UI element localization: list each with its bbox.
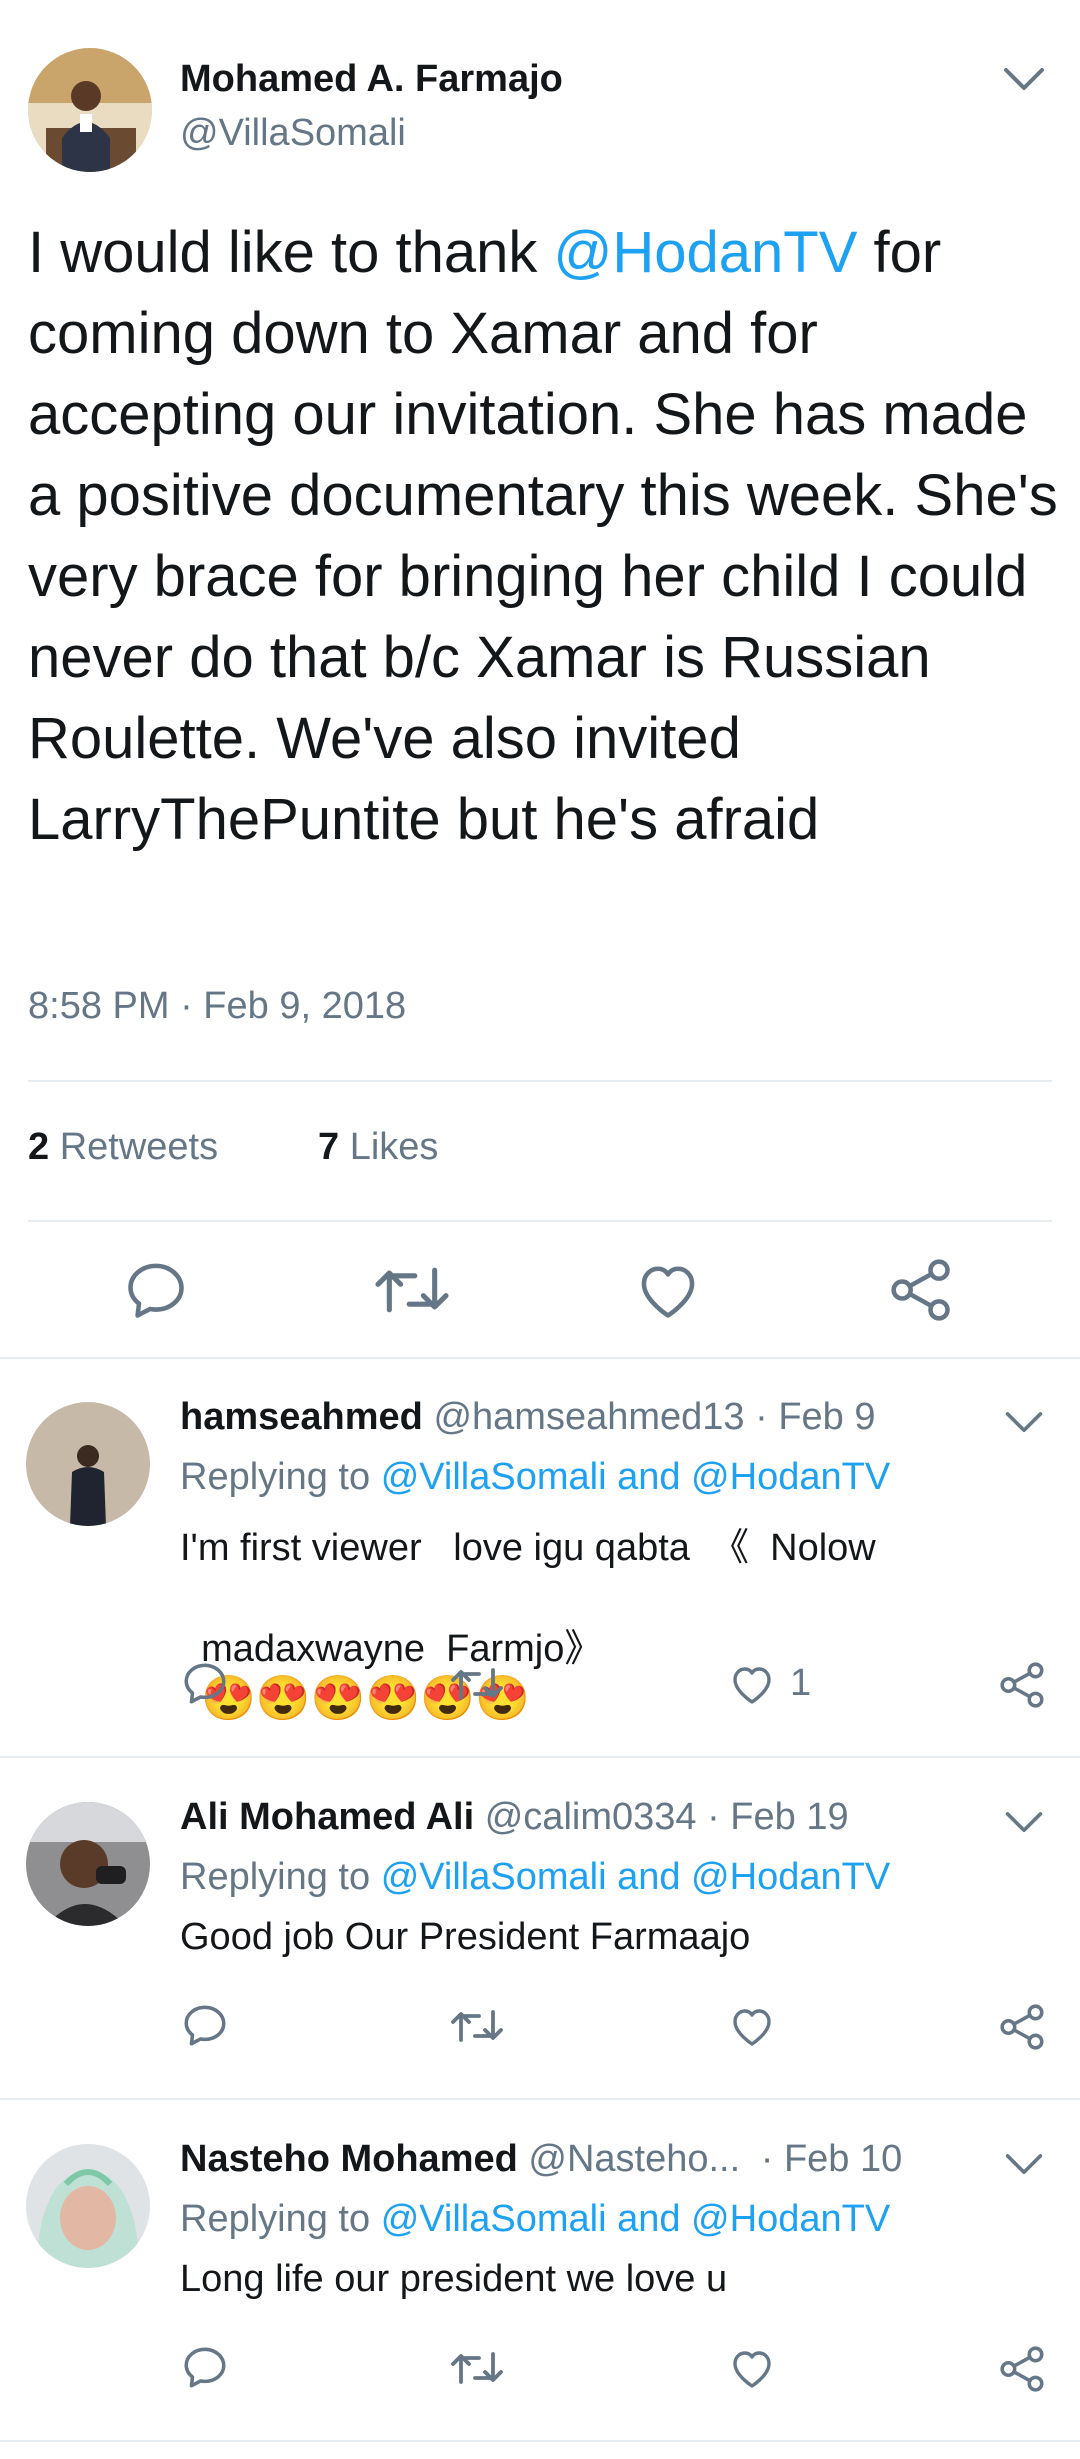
reply-header[interactable]: Nasteho Mohamed @Nasteho... · Feb 10 (180, 2138, 902, 2181)
reply-icon[interactable] (180, 2342, 230, 2392)
retweet-icon[interactable] (372, 1256, 452, 1324)
reply-text-line: I'm first viewer love igu qabta 《 Nolow (180, 1527, 876, 1569)
replying-prefix: Replying to (180, 2198, 371, 2240)
reply-text: madaxwayne Farmjo》 (201, 1628, 603, 1670)
replying-to: Replying to @VillaSomali and @HodanTV (180, 2198, 890, 2241)
retweet-icon[interactable] (448, 1660, 506, 1708)
reply-author-handle: @Nasteho... (528, 2138, 741, 2180)
reply-date: · Feb 9 (755, 1396, 876, 1438)
replying-targets[interactable]: @VillaSomali and @HodanTV (381, 2198, 890, 2240)
heart-icon[interactable] (726, 2002, 778, 2050)
reply-date: · Feb 10 (760, 2138, 903, 2180)
divider (0, 1756, 1080, 1758)
reply-text: Long life our president we love u (180, 2258, 728, 2300)
share-icon[interactable] (998, 2344, 1048, 2394)
reply-author-handle: @hamseahmed13 (433, 1396, 745, 1438)
reply-header[interactable]: hamseahmed @hamseahmed13 · Feb 9 (180, 1396, 876, 1439)
tweet-text-start: I would like to thank (28, 220, 554, 285)
tweet-text-rest: for coming down to Xamar and for accepti… (28, 220, 1058, 852)
author-handle[interactable]: @VillaSomali (180, 112, 406, 155)
author-name[interactable]: Mohamed A. Farmajo (180, 58, 563, 101)
tweet-text: I would like to thank @HodanTV for comin… (28, 212, 1058, 860)
retweet-icon[interactable] (448, 2344, 506, 2392)
heart-icon[interactable] (726, 2344, 778, 2392)
reply-icon[interactable] (180, 1658, 230, 1708)
avatar[interactable] (26, 1402, 150, 1526)
chevron-down-icon[interactable] (1004, 1810, 1044, 1836)
reply-text: Good job Our President Farmaajo (180, 1916, 751, 1958)
retweet-icon[interactable] (448, 2002, 506, 2050)
replying-to: Replying to @VillaSomali and @HodanTV (180, 1856, 890, 1899)
replying-to: Replying to @VillaSomali and @HodanTV (180, 1456, 890, 1499)
divider (0, 2098, 1080, 2100)
retweets-count: 2 (28, 1126, 50, 1168)
like-count: 1 (790, 1662, 812, 1704)
chevron-down-icon[interactable] (1002, 66, 1046, 94)
chevron-down-icon[interactable] (1004, 2152, 1044, 2178)
share-icon[interactable] (998, 2002, 1048, 2052)
reply-icon[interactable] (122, 1256, 190, 1324)
reply-date: · Feb 19 (707, 1796, 849, 1838)
replying-prefix: Replying to (180, 1856, 371, 1898)
retweets-stat[interactable]: 2 Retweets (28, 1126, 218, 1169)
reply-author-name: Nasteho Mohamed (180, 2138, 518, 2180)
reply-text-line: madaxwayne Farmjo》 😍😍😍😍😍😍 (180, 1574, 602, 1724)
replying-targets[interactable]: @VillaSomali and @HodanTV (381, 1456, 890, 1498)
tweet-timestamp[interactable]: 8:58 PM · Feb 9, 2018 (28, 985, 406, 1028)
divider (28, 1220, 1052, 1222)
divider (0, 2440, 1080, 2442)
replying-prefix: Replying to (180, 1456, 371, 1498)
replying-targets[interactable]: @VillaSomali and @HodanTV (381, 1856, 890, 1898)
avatar[interactable] (26, 1802, 150, 1926)
chevron-down-icon[interactable] (1004, 1410, 1044, 1436)
reply-author-name: Ali Mohamed Ali (180, 1796, 475, 1838)
divider (28, 1080, 1052, 1082)
likes-label: Likes (349, 1126, 439, 1168)
author-avatar[interactable] (28, 48, 152, 172)
reply-header[interactable]: Ali Mohamed Ali @calim0334 · Feb 19 (180, 1796, 849, 1839)
divider (0, 1357, 1080, 1359)
share-icon[interactable] (998, 1660, 1048, 1710)
reply-author-handle: @calim0334 (484, 1796, 697, 1838)
heart-icon[interactable] (726, 1660, 778, 1708)
mention-link[interactable]: @HodanTV (554, 220, 858, 285)
heart-icon[interactable] (632, 1256, 704, 1324)
share-icon[interactable] (888, 1256, 956, 1324)
retweets-label: Retweets (59, 1126, 219, 1168)
reply-author-name: hamseahmed (180, 1396, 423, 1438)
reply-icon[interactable] (180, 2000, 230, 2050)
avatar[interactable] (26, 2144, 150, 2268)
likes-stat[interactable]: 7 Likes (318, 1126, 438, 1169)
likes-count: 7 (318, 1126, 340, 1168)
